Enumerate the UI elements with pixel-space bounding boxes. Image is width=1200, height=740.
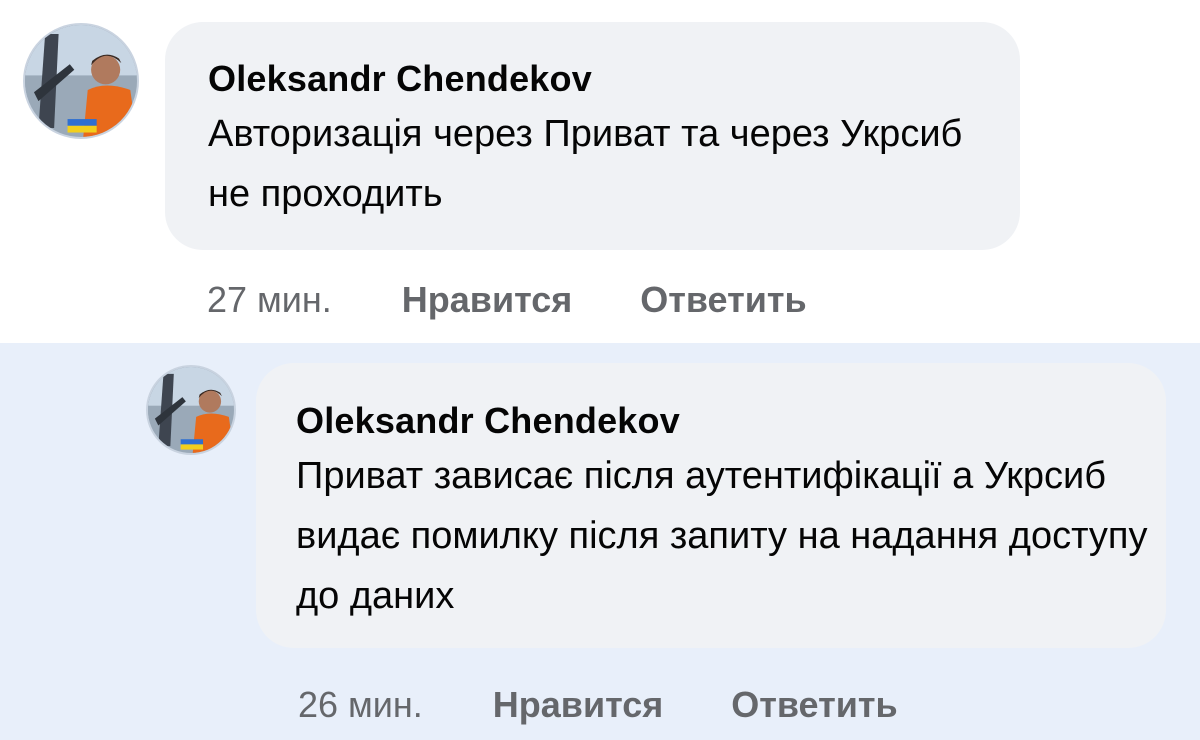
comment-timestamp[interactable]: 26 мин. <box>298 685 423 725</box>
comment-actions: 27 мин. Нравится Ответить <box>207 280 807 320</box>
avatar-photo-icon <box>148 367 234 453</box>
comment-actions: 26 мин. Нравится Ответить <box>298 685 898 725</box>
avatar[interactable] <box>23 23 139 139</box>
comment-timestamp[interactable]: 27 мин. <box>207 280 332 320</box>
avatar-photo-icon <box>25 25 137 137</box>
like-button[interactable]: Нравится <box>402 280 572 320</box>
like-button[interactable]: Нравится <box>493 685 663 725</box>
comment-text: Авторизація через Приват та через Укрсиб… <box>208 113 963 215</box>
reply-button[interactable]: Ответить <box>731 685 897 725</box>
comment-bubble: Oleksandr Chendekov Приват зависає після… <box>256 363 1166 648</box>
comment-author[interactable]: Oleksandr Chendekov <box>208 58 1020 100</box>
avatar[interactable] <box>146 365 236 455</box>
comment-text: Приват зависає після аутентифікації а Ук… <box>296 455 1148 617</box>
reply-button[interactable]: Ответить <box>640 280 806 320</box>
comments-thread: Oleksandr Chendekov Авторизація через Пр… <box>0 0 1200 740</box>
comment-bubble: Oleksandr Chendekov Авторизація через Пр… <box>165 22 1020 250</box>
comment-author[interactable]: Oleksandr Chendekov <box>296 400 1166 442</box>
